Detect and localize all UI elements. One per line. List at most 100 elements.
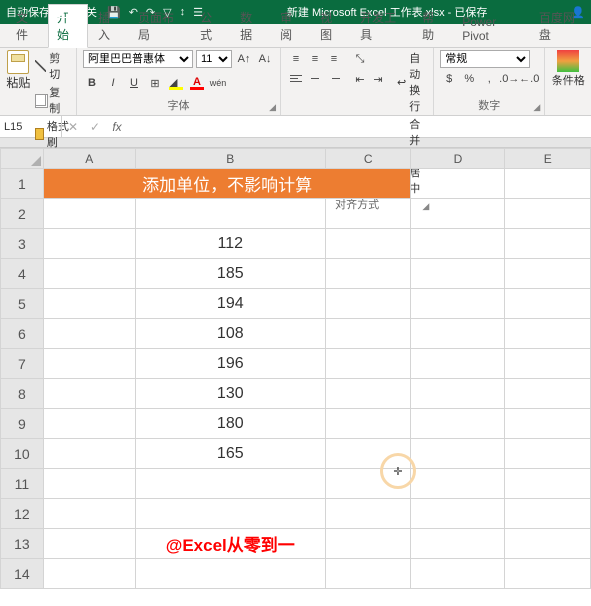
cell[interactable] (411, 259, 505, 289)
row-header[interactable]: 13 (1, 529, 44, 559)
grow-font-button[interactable]: A↑ (235, 50, 253, 68)
column-header-d[interactable]: D (411, 149, 505, 169)
paste-button[interactable]: 粘贴 (6, 50, 31, 91)
row-header[interactable]: 10 (1, 439, 44, 469)
cell[interactable] (505, 439, 591, 469)
row-header[interactable]: 6 (1, 319, 44, 349)
column-header-b[interactable]: B (135, 149, 325, 169)
shrink-font-button[interactable]: A↓ (256, 50, 274, 68)
cell[interactable] (505, 349, 591, 379)
tab-baidu[interactable]: 百度网盘 (531, 5, 591, 47)
cell[interactable] (43, 349, 135, 379)
cell-b8[interactable]: 130 (135, 379, 325, 409)
row-header[interactable]: 7 (1, 349, 44, 379)
font-size-select[interactable]: 11 (196, 50, 232, 68)
cell[interactable] (43, 469, 135, 499)
cell-b3[interactable]: 112 (135, 229, 325, 259)
comma-format-button[interactable]: , (480, 70, 498, 88)
cell[interactable] (43, 559, 135, 589)
cell[interactable] (505, 409, 591, 439)
select-all-corner[interactable] (1, 149, 44, 169)
row-7[interactable]: 7 196 (1, 349, 591, 379)
cell-b6[interactable]: 108 (135, 319, 325, 349)
dialog-launcher-icon[interactable]: ◢ (269, 102, 276, 113)
filter-icon[interactable]: ▽ (163, 6, 171, 19)
decrease-indent-button[interactable]: ⇤ (351, 70, 369, 88)
conditional-formatting-button[interactable]: 条件格 (551, 50, 585, 88)
enter-formula-button[interactable]: ✓ (84, 120, 106, 134)
row-header[interactable]: 11 (1, 469, 44, 499)
cell[interactable] (505, 259, 591, 289)
cell[interactable] (325, 199, 411, 229)
cell-b7[interactable]: 196 (135, 349, 325, 379)
cell[interactable] (411, 319, 505, 349)
cell[interactable] (411, 349, 505, 379)
row-header[interactable]: 1 (1, 169, 44, 199)
cell[interactable] (325, 409, 411, 439)
cell[interactable] (135, 199, 325, 229)
cell[interactable] (135, 499, 325, 529)
cell[interactable] (325, 289, 411, 319)
cell[interactable] (505, 289, 591, 319)
tab-data[interactable]: 数据 (232, 5, 270, 47)
cell[interactable] (325, 469, 411, 499)
row-header[interactable]: 14 (1, 559, 44, 589)
cut-button[interactable]: 剪切 (35, 50, 70, 82)
grid[interactable]: A B C D E 1 添加单位，不影响计算 2 3112 4185 5194 … (0, 148, 591, 589)
cell[interactable] (505, 229, 591, 259)
font-name-select[interactable]: 阿里巴巴普惠体 (83, 50, 193, 68)
cell[interactable] (411, 379, 505, 409)
align-top-button[interactable]: ≡ (287, 50, 305, 68)
tab-developer[interactable]: 开发工具 (352, 5, 412, 47)
tab-review[interactable]: 审阅 (272, 5, 310, 47)
cell[interactable] (135, 469, 325, 499)
name-box[interactable]: L15 ▾ (0, 116, 62, 137)
cancel-formula-button[interactable]: ✕ (62, 120, 84, 134)
cell[interactable] (43, 289, 135, 319)
column-header-e[interactable]: E (505, 149, 591, 169)
row-12[interactable]: 12 (1, 499, 591, 529)
cell-b9[interactable]: 180 (135, 409, 325, 439)
tab-powerpivot[interactable]: Power Pivot (454, 11, 529, 47)
cell[interactable] (43, 259, 135, 289)
cell[interactable] (43, 379, 135, 409)
column-header-c[interactable]: C (325, 149, 411, 169)
align-left-button[interactable] (287, 69, 305, 87)
cell[interactable] (43, 499, 135, 529)
cell[interactable] (505, 199, 591, 229)
copy-button[interactable]: 复制 (35, 84, 70, 116)
underline-button[interactable]: U (125, 74, 143, 92)
tab-file[interactable]: 文件 (8, 5, 46, 47)
cell[interactable] (43, 229, 135, 259)
row-11[interactable]: 11 (1, 469, 591, 499)
cell[interactable] (411, 499, 505, 529)
cell[interactable] (411, 289, 505, 319)
cell[interactable] (325, 319, 411, 349)
row-header[interactable]: 3 (1, 229, 44, 259)
percent-format-button[interactable]: % (460, 70, 478, 88)
cell[interactable] (411, 199, 505, 229)
row-header[interactable]: 9 (1, 409, 44, 439)
row-14[interactable]: 14 (1, 559, 591, 589)
bold-button[interactable]: B (83, 74, 101, 92)
row-header[interactable]: 12 (1, 499, 44, 529)
increase-decimal-button[interactable]: .0→ (500, 70, 518, 88)
save-icon[interactable]: 💾 (107, 6, 121, 19)
sort-icon[interactable]: ↕ (180, 6, 186, 18)
cell[interactable] (325, 349, 411, 379)
phonetic-button[interactable]: wén (209, 74, 227, 92)
accounting-format-button[interactable]: $ (440, 70, 458, 88)
cell[interactable] (411, 439, 505, 469)
touch-icon[interactable]: ☰ (193, 6, 203, 19)
row-9[interactable]: 9 180 (1, 409, 591, 439)
fill-color-button[interactable]: ◢ (167, 74, 185, 92)
decrease-decimal-button[interactable]: ←.0 (520, 70, 538, 88)
align-bottom-button[interactable]: ≡ (325, 50, 343, 68)
cell[interactable] (411, 169, 505, 199)
row-1[interactable]: 1 添加单位，不影响计算 (1, 169, 591, 199)
cell[interactable] (411, 529, 505, 559)
tab-view[interactable]: 视图 (312, 5, 350, 47)
row-header[interactable]: 5 (1, 289, 44, 319)
cell[interactable] (325, 379, 411, 409)
cell-b5[interactable]: 194 (135, 289, 325, 319)
